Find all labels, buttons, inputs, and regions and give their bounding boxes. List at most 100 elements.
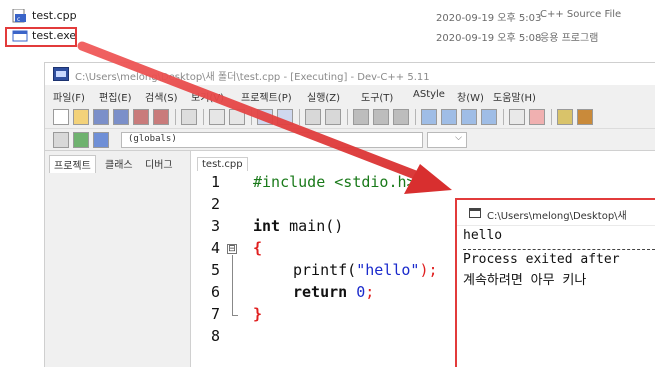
line-number: 5: [211, 261, 221, 279]
console-line: hello: [463, 228, 503, 243]
file-row-test-cpp[interactable]: c test.cpp 2020-09-19 오후 5:03 C++ Source…: [8, 6, 648, 26]
menu-tools[interactable]: 도구(T): [361, 89, 393, 104]
menu-execute[interactable]: 실행(Z): [307, 89, 340, 104]
close-file-icon[interactable]: [133, 109, 149, 125]
menu-project[interactable]: 프로젝트(P): [241, 89, 292, 104]
toolbar-separator: [251, 109, 252, 125]
check-syntax-icon[interactable]: [509, 109, 525, 125]
menu-search[interactable]: 검색(S): [145, 89, 178, 104]
line-number: 6: [211, 283, 221, 301]
menu-file[interactable]: 파일(F): [53, 89, 85, 104]
tab-classes[interactable]: 클래스: [101, 155, 137, 172]
class-toolbar: (globals) ⌵: [45, 129, 655, 151]
run-icon[interactable]: [441, 109, 457, 125]
save-icon[interactable]: [93, 109, 109, 125]
file-type: C++ Source File: [540, 9, 622, 20]
console-title: C:\Users\melong\Desktop\새: [487, 211, 627, 222]
scope-dropdown[interactable]: (globals): [121, 132, 423, 148]
project-options-icon[interactable]: [93, 132, 109, 148]
indent-icon[interactable]: [353, 109, 369, 125]
line-number: 8: [211, 327, 221, 345]
open-folder-icon[interactable]: [73, 109, 89, 125]
members-dropdown[interactable]: ⌵: [427, 132, 467, 148]
compile-icon[interactable]: [421, 109, 437, 125]
number-literal: 0: [347, 283, 366, 301]
goto-icon[interactable]: [305, 109, 321, 125]
file-date: 2020-09-19 오후 5:08: [436, 33, 542, 44]
printf-call: printf(: [293, 261, 357, 279]
menu-view[interactable]: 보기(V): [191, 89, 224, 104]
fold-toggle-icon[interactable]: ⊟: [227, 244, 237, 254]
code-line-4: {: [253, 239, 263, 257]
compile-run-icon[interactable]: [461, 109, 477, 125]
string-literal: "hello": [356, 261, 420, 279]
window-title: C:\Users\melong\Desktop\새 폴더\test.cpp - …: [75, 72, 430, 83]
rebuild-icon[interactable]: [481, 109, 497, 125]
menu-astyle[interactable]: AStyle: [413, 89, 445, 100]
console-separator: [463, 249, 655, 250]
bookmark-icon[interactable]: [325, 109, 341, 125]
code-line-1: #include <stdio.h>: [253, 173, 416, 191]
profile-icon[interactable]: [557, 109, 573, 125]
title-bar[interactable]: C:\Users\melong\Desktop\새 폴더\test.cpp - …: [45, 63, 655, 85]
project-browser-panel: 프로젝트 클래스 디버그: [45, 151, 191, 367]
menu-window[interactable]: 창(W): [457, 89, 484, 104]
chevron-down-icon: ⌵: [455, 133, 462, 143]
save-all-icon[interactable]: [113, 109, 129, 125]
new-project-icon[interactable]: [53, 132, 69, 148]
console-window[interactable]: C:\Users\melong\Desktop\새 hello Process …: [455, 198, 655, 367]
toggle-comment-icon[interactable]: [393, 109, 409, 125]
function-signature: main(): [280, 217, 344, 235]
line-number: 4: [211, 239, 221, 257]
code-line-5: printf("hello");: [293, 261, 438, 279]
code-line-7: }: [253, 305, 263, 323]
tab-project[interactable]: 프로젝트: [49, 155, 96, 173]
line-number: 3: [211, 217, 221, 235]
fold-guide-end: [232, 315, 238, 316]
keyword-int: int: [253, 217, 281, 235]
file-date: 2020-09-19 오후 5:03: [436, 13, 542, 24]
close-all-icon[interactable]: [153, 109, 169, 125]
new-file-icon[interactable]: [53, 109, 69, 125]
line-number: 1: [211, 173, 221, 191]
menu-edit[interactable]: 편집(E): [99, 89, 132, 104]
undo-icon[interactable]: [209, 109, 225, 125]
console-app-icon: [469, 208, 481, 218]
editor-tab-test-cpp[interactable]: test.cpp: [197, 157, 248, 171]
main-toolbar: [45, 105, 655, 129]
unindent-icon[interactable]: [373, 109, 389, 125]
replace-icon[interactable]: [277, 109, 293, 125]
toolbar-separator: [347, 109, 348, 125]
console-line: 계속하려면 아무 키나: [463, 273, 587, 288]
print-icon[interactable]: [181, 109, 197, 125]
code-line-3: int main(): [253, 217, 343, 235]
line-number: 2: [211, 195, 221, 213]
line-number: 7: [211, 305, 221, 323]
insert-icon[interactable]: [73, 132, 89, 148]
menu-help[interactable]: 도움말(H): [493, 89, 536, 104]
code-line-6: return 0;: [293, 283, 374, 301]
line-number-gutter: 1 2 3 4 5 6 7 8 ⊟: [191, 173, 249, 367]
file-type: 응용 프로그램: [540, 33, 599, 44]
file-row-test-exe[interactable]: test.exe 2020-09-19 오후 5:08 응용 프로그램: [8, 26, 648, 46]
stop-execution-icon[interactable]: [529, 109, 545, 125]
find-icon[interactable]: [257, 109, 273, 125]
toolbar-separator: [551, 109, 552, 125]
keyword-return: return: [293, 283, 348, 301]
redo-icon[interactable]: [229, 109, 245, 125]
tab-debug[interactable]: 디버그: [141, 155, 177, 172]
statement-end: ;: [365, 283, 375, 301]
scope-value: (globals): [128, 134, 177, 144]
devcpp-app-icon: [53, 67, 69, 81]
toolbar-separator: [503, 109, 504, 125]
console-title-bar[interactable]: C:\Users\melong\Desktop\새: [457, 200, 655, 226]
console-line: Process exited after: [463, 252, 620, 267]
cpp-file-icon: c: [12, 8, 28, 23]
file-name: test.cpp: [32, 9, 77, 22]
delete-profile-icon[interactable]: [577, 109, 593, 125]
toolbar-separator: [203, 109, 204, 125]
toolbar-separator: [175, 109, 176, 125]
statement-end: );: [419, 261, 438, 279]
svg-text:c: c: [17, 16, 20, 23]
fold-guide: [232, 255, 233, 315]
